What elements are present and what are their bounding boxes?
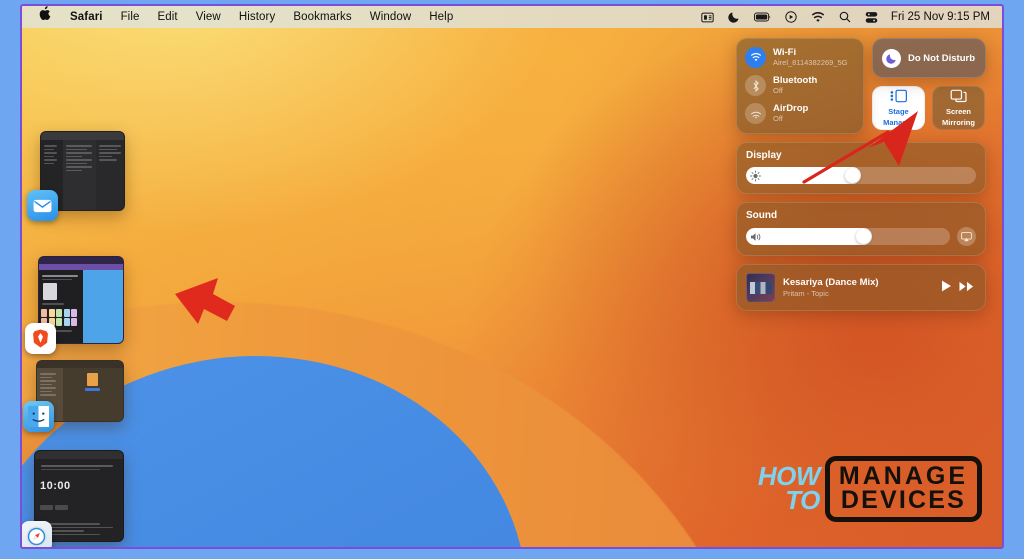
moon-icon bbox=[882, 48, 901, 68]
mail-message bbox=[95, 140, 124, 210]
screen-frame: Safari File Edit View History Bookmarks … bbox=[20, 4, 1004, 549]
browser-tabbar bbox=[39, 257, 123, 264]
fast-forward-icon[interactable] bbox=[959, 281, 974, 295]
do-not-disturb-label: Do Not Disturb bbox=[908, 52, 976, 64]
stage-manager-button[interactable]: Stage Manager bbox=[872, 86, 925, 130]
safari-preview-text: 10:00 bbox=[40, 480, 71, 492]
sound-volume-slider[interactable] bbox=[746, 228, 950, 245]
window-titlebar bbox=[37, 361, 123, 368]
moon-icon[interactable] bbox=[721, 6, 747, 28]
screen-mirroring-button[interactable]: Screen Mirroring bbox=[932, 86, 985, 130]
display-label: Display bbox=[746, 150, 782, 161]
mail-list bbox=[62, 140, 96, 210]
stage-manager-strip: 10:00 bbox=[22, 28, 142, 547]
wifi-label: Wi-Fi bbox=[773, 47, 797, 58]
menu-item-file[interactable]: File bbox=[112, 6, 149, 28]
brightness-icon bbox=[750, 170, 761, 181]
bluetooth-toggle[interactable]: Bluetooth Off bbox=[745, 75, 855, 96]
connectivity-card: Wi-Fi Airel_8114382269_5G Bluetooth Off … bbox=[736, 38, 864, 134]
desktop: Safari File Edit View History Bookmarks … bbox=[22, 6, 1002, 547]
airplay-icon[interactable] bbox=[957, 227, 976, 246]
safari-icon[interactable] bbox=[22, 521, 52, 547]
brave-icon[interactable] bbox=[25, 323, 56, 354]
sound-card: Sound bbox=[736, 202, 986, 256]
stage-window-safari[interactable]: 10:00 bbox=[22, 450, 124, 547]
control-center-top-row: Wi-Fi Airel_8114382269_5G Bluetooth Off … bbox=[736, 38, 986, 134]
bluetooth-text: Bluetooth Off bbox=[773, 76, 817, 96]
display-card: Display bbox=[736, 142, 986, 194]
wifi-text: Wi-Fi Airel_8114382269_5G bbox=[773, 48, 848, 68]
screen-mirroring-label-line2: Mirroring bbox=[942, 117, 975, 127]
stage-window-finder[interactable] bbox=[23, 360, 124, 432]
battery-icon[interactable] bbox=[747, 6, 778, 28]
bluetooth-status: Off bbox=[773, 86, 783, 95]
stage-manager-label-line1: Stage bbox=[888, 107, 909, 117]
watermark-devices: DEVICES bbox=[840, 485, 967, 514]
speaker-icon bbox=[750, 232, 762, 242]
airdrop-toggle[interactable]: AirDrop Off bbox=[745, 103, 855, 124]
now-playing-text: Kesariya (Dance Mix) Pritam - Topic bbox=[783, 277, 933, 298]
wifi-toggle[interactable]: Wi-Fi Airel_8114382269_5G bbox=[745, 47, 855, 68]
watermark-phone-outline: MANAGE DEVICES bbox=[824, 456, 982, 522]
sound-label: Sound bbox=[746, 210, 778, 221]
display-slider-wrap bbox=[746, 167, 976, 184]
watermark-logo: HOW TO MANAGE DEVICES bbox=[758, 456, 982, 522]
stage-window-brave[interactable] bbox=[25, 256, 124, 354]
control-center-right-column: Do Not Disturb Stage Manager Screen Mirr… bbox=[872, 38, 986, 134]
wifi-icon[interactable] bbox=[804, 6, 832, 28]
watermark-howto: HOW TO bbox=[758, 463, 821, 515]
now-playing-card: Kesariya (Dance Mix) Pritam - Topic bbox=[736, 264, 986, 311]
airdrop-text: AirDrop Off bbox=[773, 104, 808, 124]
screen-record-icon[interactable] bbox=[694, 6, 721, 28]
stage-manager-label-line2: Manager bbox=[883, 117, 914, 127]
wifi-icon bbox=[745, 47, 766, 68]
menu-item-edit[interactable]: Edit bbox=[149, 6, 187, 28]
window-titlebar bbox=[35, 451, 123, 459]
menu-bar: Safari File Edit View History Bookmarks … bbox=[22, 6, 1002, 28]
now-playing-icon[interactable] bbox=[778, 6, 804, 28]
screen: Safari File Edit View History Bookmarks … bbox=[0, 0, 1024, 559]
screen-mirroring-label-line1: Screen bbox=[945, 107, 972, 117]
mail-icon[interactable] bbox=[27, 190, 58, 221]
playback-controls bbox=[941, 280, 976, 295]
bluetooth-label: Bluetooth bbox=[773, 75, 818, 86]
finder-icon[interactable] bbox=[23, 401, 54, 432]
menu-item-view[interactable]: View bbox=[187, 6, 230, 28]
display-brightness-slider[interactable] bbox=[746, 167, 976, 184]
menu-bar-status-area: Fri 25 Nov 9:15 PM bbox=[694, 6, 1002, 28]
watermark-manage: MANAGE bbox=[838, 462, 968, 490]
track-title: Kesariya (Dance Mix) bbox=[783, 277, 879, 289]
apple-logo-icon[interactable] bbox=[32, 6, 61, 28]
airdrop-icon bbox=[745, 103, 766, 124]
airdrop-status: Off bbox=[773, 114, 783, 123]
sound-slider-wrap bbox=[746, 227, 976, 246]
menu-item-safari[interactable]: Safari bbox=[61, 6, 112, 28]
menu-bar-clock[interactable]: Fri 25 Nov 9:15 PM bbox=[885, 11, 992, 23]
do-not-disturb-button[interactable]: Do Not Disturb bbox=[872, 38, 986, 78]
screen-mirroring-icon bbox=[950, 89, 967, 105]
stage-window-mail[interactable] bbox=[27, 131, 125, 221]
browser-content bbox=[82, 270, 123, 343]
finder-files bbox=[62, 368, 123, 421]
watermark-to: TO bbox=[785, 485, 820, 515]
play-icon[interactable] bbox=[941, 280, 952, 295]
menu-bar-left: Safari File Edit View History Bookmarks … bbox=[22, 6, 462, 28]
album-artwork bbox=[746, 273, 775, 302]
control-center-panel: Wi-Fi Airel_8114382269_5G Bluetooth Off … bbox=[736, 38, 986, 311]
airdrop-label: AirDrop bbox=[773, 103, 809, 114]
control-center-icon[interactable] bbox=[858, 6, 885, 28]
search-icon[interactable] bbox=[832, 6, 858, 28]
menu-item-history[interactable]: History bbox=[230, 6, 284, 28]
track-artist: Pritam - Topic bbox=[783, 288, 829, 298]
window-titlebar bbox=[41, 132, 124, 140]
wifi-network-name: Airel_8114382269_5G bbox=[773, 58, 848, 67]
menu-item-bookmarks[interactable]: Bookmarks bbox=[284, 6, 360, 28]
bluetooth-icon bbox=[745, 75, 766, 96]
control-center-tiles: Stage Manager Screen Mirroring bbox=[872, 86, 986, 130]
stage-manager-icon bbox=[890, 89, 907, 105]
menu-item-help[interactable]: Help bbox=[420, 6, 462, 28]
menu-item-window[interactable]: Window bbox=[361, 6, 421, 28]
